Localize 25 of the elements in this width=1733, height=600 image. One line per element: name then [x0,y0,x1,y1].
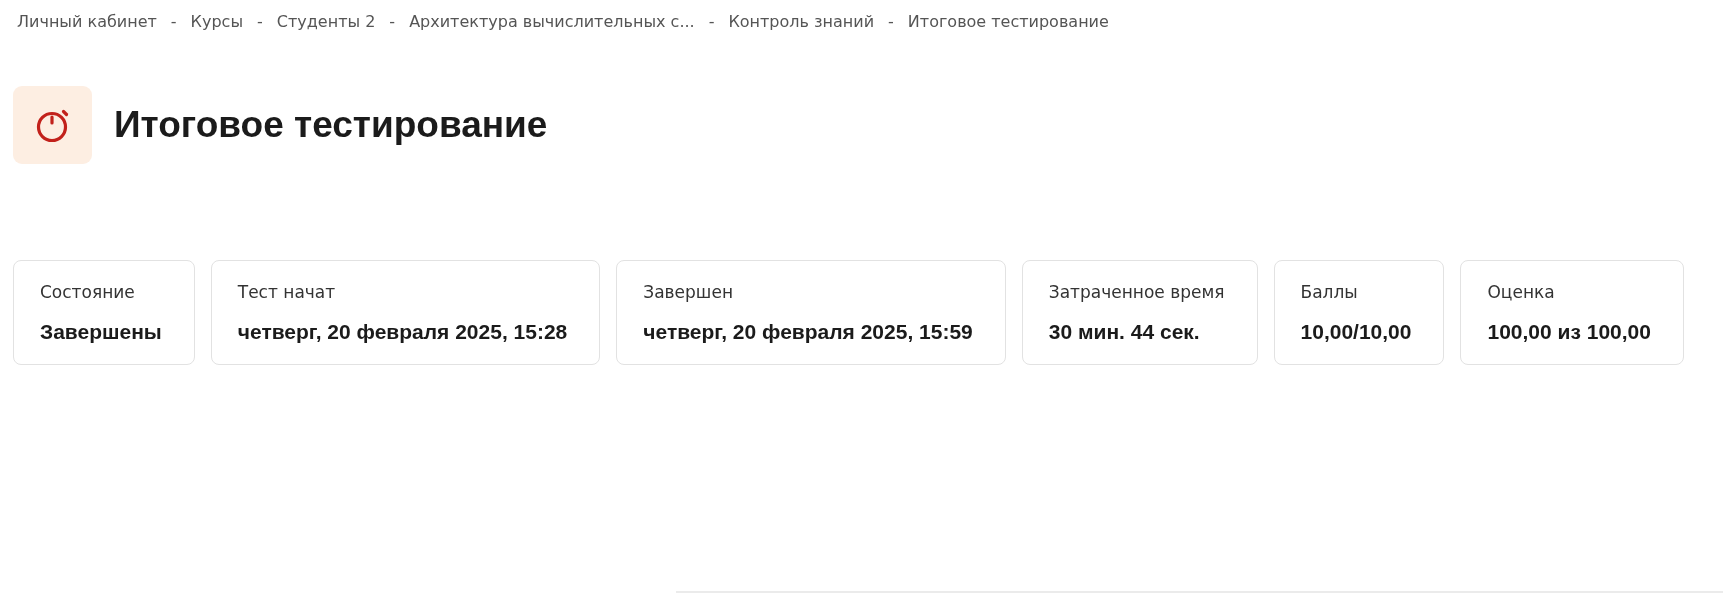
card-label: Оценка [1487,281,1555,303]
breadcrumb-separator: - [389,12,396,32]
card-value: 10,00/10,00 [1300,319,1412,344]
card-label: Завершен [643,281,733,303]
card-value: Завершены [40,319,162,344]
breadcrumb-link[interactable]: Курсы [190,12,244,32]
page-title: Итоговое тестирование [114,103,548,147]
breadcrumb-link[interactable]: Архитектура вычислительных с... [409,12,695,32]
breadcrumb-separator: - [888,12,894,32]
card-value: четверг, 20 февраля 2025, 15:28 [237,319,568,344]
breadcrumb-separator: - [257,12,263,32]
card-label: Состояние [40,281,135,303]
card-label: Тест начат [237,281,336,303]
breadcrumb-separator: - [170,12,177,32]
breadcrumb-link[interactable]: Студенты 2 [276,12,376,32]
card-value: 100,00 из 100,00 [1487,319,1651,344]
stopwatch-icon [13,86,92,164]
card-value: четверг, 20 февраля 2025, 15:59 [643,319,973,344]
breadcrumb-separator: - [708,12,715,32]
breadcrumb-link[interactable]: Контроль знаний [728,12,875,32]
card-label: Затраченное время [1048,281,1225,303]
breadcrumb-link[interactable]: Личный кабинет [17,12,157,32]
breadcrumb-link[interactable]: Итоговое тестирование [907,12,1109,32]
card-label: Баллы [1300,281,1358,303]
card-value: 30 мин. 44 сек. [1048,319,1200,344]
